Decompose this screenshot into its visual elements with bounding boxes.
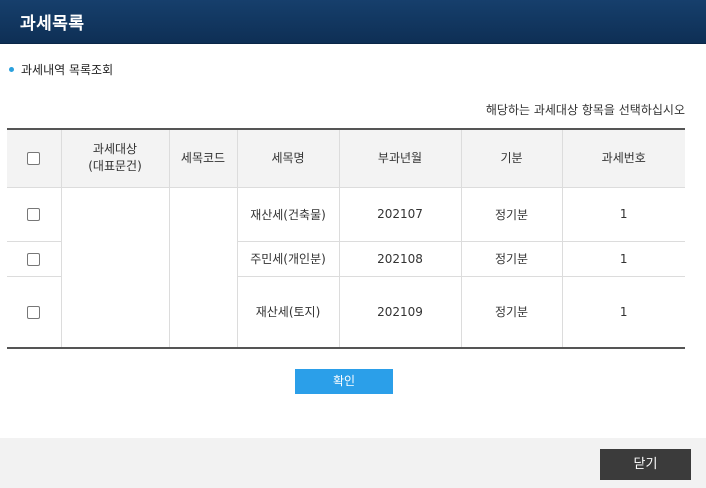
row-checkbox[interactable] xyxy=(27,208,41,221)
page-title: 과세목록 xyxy=(20,14,85,34)
month-cell: 202108 xyxy=(338,240,461,276)
row-select-cell[interactable] xyxy=(7,275,61,348)
close-button[interactable]: 닫기 xyxy=(600,449,691,480)
select-all-checkbox[interactable] xyxy=(27,151,41,165)
tax-list-table: 과세대상 (대표문건) 세목코드 세목명 부과년월 기분 과세번호 재산세(건축… xyxy=(7,128,685,349)
header-month: 부과년월 xyxy=(338,129,461,188)
period-cell: 정기분 xyxy=(460,240,562,276)
number-cell: 1 xyxy=(561,186,685,241)
table-row: 재산세(건축물) 202107 정기분 1 xyxy=(7,186,685,348)
period-cell: 정기분 xyxy=(460,186,562,241)
row-checkbox[interactable] xyxy=(27,252,41,266)
header-target: 과세대상 (대표문건) xyxy=(60,129,169,188)
bullet-icon xyxy=(9,67,14,72)
name-cell: 재산세(건축물) xyxy=(236,186,339,241)
row-select-cell[interactable] xyxy=(7,240,61,276)
header-select-all[interactable] xyxy=(7,129,61,188)
month-cell: 202109 xyxy=(338,275,461,348)
section-title: 과세내역 목록조회 xyxy=(9,61,113,78)
header-name: 세목명 xyxy=(236,129,339,188)
row-checkbox[interactable] xyxy=(27,305,41,319)
number-cell: 1 xyxy=(561,240,685,276)
code-cell xyxy=(168,186,237,348)
row-select-cell[interactable] xyxy=(7,186,61,241)
name-cell: 주민세(개인분) xyxy=(236,240,339,276)
header-period: 기분 xyxy=(460,129,562,188)
page-header: 과세목록 xyxy=(0,0,706,44)
confirm-button[interactable]: 확인 xyxy=(295,369,393,394)
header-target-line1: 과세대상 xyxy=(92,142,138,157)
month-cell: 202107 xyxy=(338,186,461,241)
period-cell: 정기분 xyxy=(460,275,562,348)
number-cell: 1 xyxy=(561,275,685,348)
section-title-label: 과세내역 목록조회 xyxy=(21,63,114,77)
instruction-text: 해당하는 과세대상 항목을 선택하십시오 xyxy=(485,103,685,117)
header-number: 과세번호 xyxy=(561,129,685,188)
name-cell: 재산세(토지) xyxy=(236,275,339,348)
target-cell xyxy=(60,186,169,348)
header-code: 세목코드 xyxy=(168,129,237,188)
header-target-line2: (대표문건) xyxy=(88,159,142,174)
table-header-row: 과세대상 (대표문건) 세목코드 세목명 부과년월 기분 과세번호 xyxy=(7,129,685,188)
